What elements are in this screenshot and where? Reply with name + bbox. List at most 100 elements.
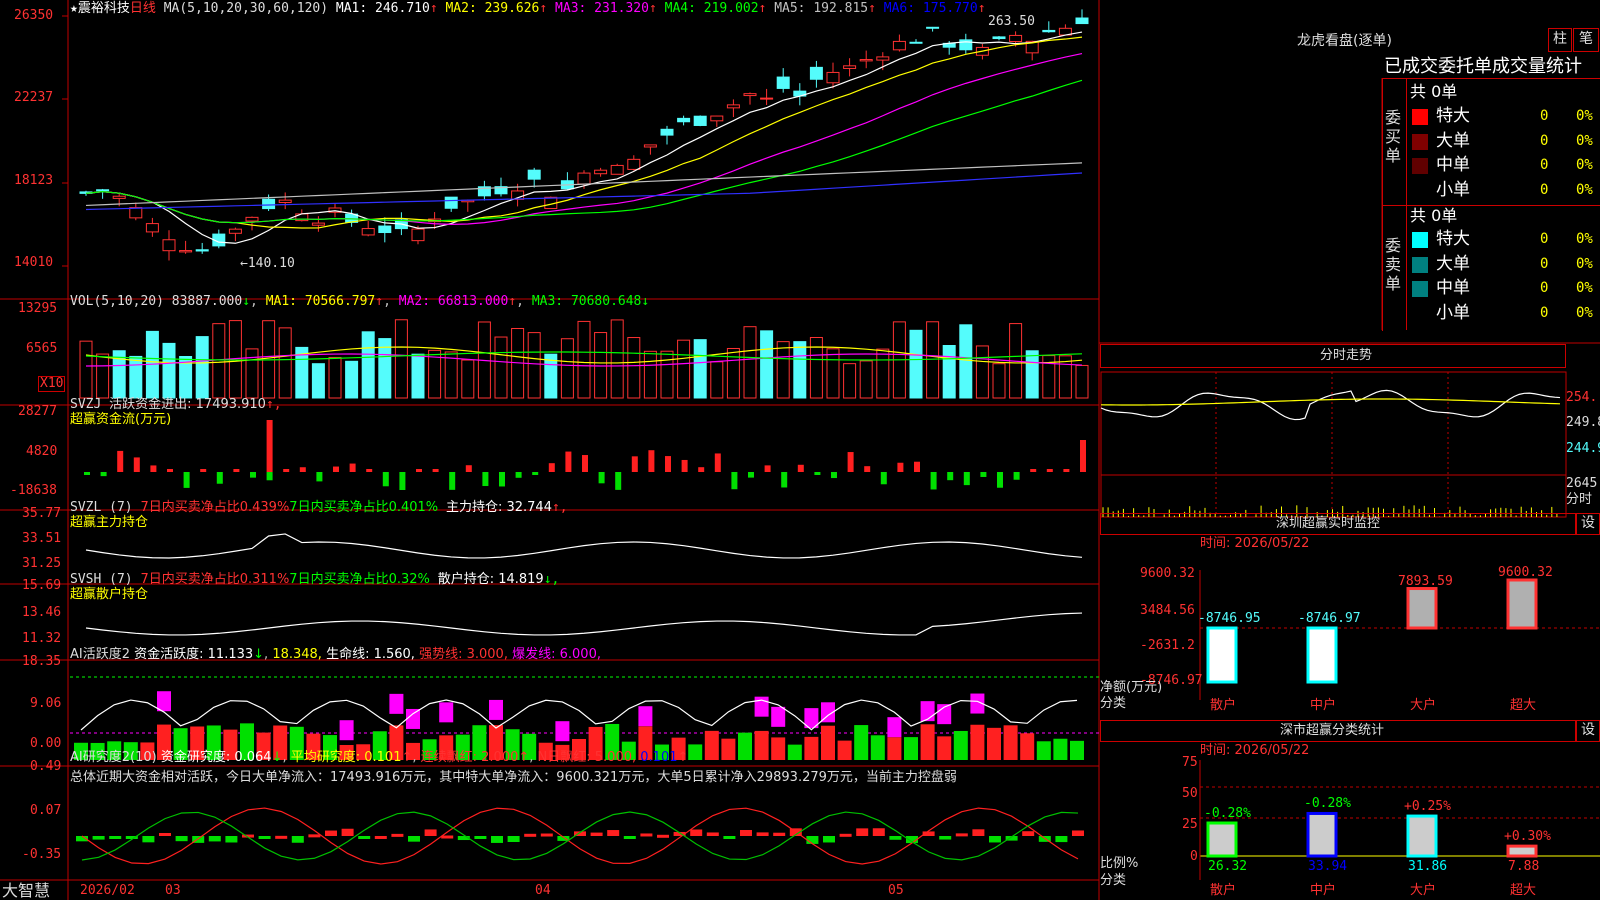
volume-bar xyxy=(278,327,292,399)
svzj-bar xyxy=(283,469,290,472)
ai-research-axis-3: -0.35 xyxy=(22,847,62,862)
candle xyxy=(262,198,276,210)
research-bar xyxy=(623,836,636,839)
volume-bar xyxy=(328,356,342,399)
svzj-bar xyxy=(133,457,140,472)
candle xyxy=(726,104,740,109)
svzj-bar xyxy=(797,464,804,472)
ma-legend-item: MA5: 192.815↑ xyxy=(766,1,876,16)
class-bar xyxy=(1406,814,1438,858)
svzj-bar xyxy=(515,472,522,478)
candle xyxy=(527,169,541,180)
class-value: 31.86 xyxy=(1408,859,1448,874)
research-bar xyxy=(491,836,503,843)
high-label: 263.50 xyxy=(988,14,1035,29)
class-bar xyxy=(1506,844,1538,858)
research-bar xyxy=(806,836,819,844)
research-bar xyxy=(524,833,537,837)
sell-row-name: 小单 xyxy=(1436,302,1470,323)
volume-bar xyxy=(760,330,774,399)
ai-research-legend: AI研究度2(10) 资金研究度: 0.064↓, 平均研究度: 0.101↑,… xyxy=(70,750,689,765)
active-bar-top xyxy=(439,702,454,723)
volume-bar xyxy=(992,363,1006,399)
class-category: 大户 xyxy=(1410,883,1437,898)
buy-total: 共 0单 xyxy=(1410,82,1458,101)
class-bar xyxy=(1206,821,1238,858)
volume-bar xyxy=(79,340,93,399)
svzj-bar xyxy=(615,472,622,490)
class-bar xyxy=(1306,811,1338,858)
svsh-axis-2: 13.46 xyxy=(22,605,62,620)
candle xyxy=(378,225,392,234)
buy-row-pct: 0% xyxy=(1576,181,1593,198)
monitor-category: 超大 xyxy=(1510,698,1537,713)
buy-swatch xyxy=(1412,109,1428,125)
research-bar xyxy=(142,836,155,843)
intraday-axis-3: 244.9 xyxy=(1566,441,1600,456)
candle xyxy=(96,189,110,192)
research-bar xyxy=(325,830,337,836)
svzj-axis-1: 28277 xyxy=(18,404,58,419)
research-bar xyxy=(872,828,885,836)
svzj-bar xyxy=(1080,440,1086,472)
candle xyxy=(643,144,657,148)
date-label-4: 05 xyxy=(888,883,904,898)
intraday-axis-2: 249.8 xyxy=(1566,415,1600,430)
sell-row-value: 0 xyxy=(1540,255,1549,272)
research-bar xyxy=(773,832,786,836)
buy-side-label: 委买单 xyxy=(1385,108,1402,165)
candle xyxy=(245,216,259,222)
buy-row-pct: 0% xyxy=(1576,108,1593,124)
svzj-bar xyxy=(748,472,754,478)
monitor-bar-value: -8746.95 xyxy=(1198,611,1261,626)
svzj-bar xyxy=(764,465,771,472)
monitor-category: 中户 xyxy=(1310,698,1337,713)
svzj-bar xyxy=(1030,469,1037,472)
volume-bar xyxy=(677,339,691,399)
sell-row-name: 中单 xyxy=(1436,278,1470,298)
svzj-bar xyxy=(366,469,373,472)
research-bar xyxy=(374,835,387,839)
volume-bar xyxy=(710,361,724,399)
volume-bar xyxy=(212,323,226,399)
sz-monitor-settings-button[interactable]: 设 xyxy=(1576,513,1600,535)
intraday-title[interactable]: 分时走势 xyxy=(1320,349,1372,363)
research-bar xyxy=(159,833,171,837)
svzj-bar xyxy=(333,466,339,472)
svzj-bar xyxy=(598,472,605,484)
volume-bar xyxy=(909,329,923,399)
monitor-bar xyxy=(1406,587,1438,630)
svsh-line xyxy=(85,612,1083,636)
chart-canvas[interactable] xyxy=(0,0,1600,900)
sz-monitor-time: 时间: 2026/05/22 xyxy=(1200,536,1310,551)
buy-row-value: 0 xyxy=(1540,132,1549,149)
ma-label: MA(5,10,20,30,60,120) xyxy=(163,1,329,16)
research-bar xyxy=(308,834,321,838)
sell-swatch xyxy=(1412,256,1428,273)
sz-class-settings-button[interactable]: 设 xyxy=(1576,720,1600,742)
research-bar xyxy=(1072,830,1084,836)
ma-legend-item: MA4: 219.002↑ xyxy=(656,1,767,16)
tick-mode-button[interactable]: 笔 xyxy=(1573,28,1599,52)
intraday-avg xyxy=(1100,398,1561,406)
svzj-bar xyxy=(831,472,837,479)
svzj-bar xyxy=(714,453,721,472)
svzj-bar xyxy=(864,466,871,472)
volume-bar xyxy=(776,341,790,399)
research-bar xyxy=(507,836,520,843)
research-bar xyxy=(175,836,188,842)
ma-legend-item: MA2: 239.626↑ xyxy=(437,1,548,16)
volume-bar xyxy=(975,345,989,399)
price-axis-1: 26350 xyxy=(14,8,54,23)
volume-bar xyxy=(96,353,110,399)
volume-bar xyxy=(461,359,475,399)
svzj-bar xyxy=(1063,469,1070,472)
ai-active-axis-3: 0.00 xyxy=(30,736,62,751)
research-bar xyxy=(590,832,603,836)
candle xyxy=(228,228,242,234)
svzj-bar xyxy=(897,462,904,472)
ma5-line xyxy=(85,162,1083,207)
volume-bar xyxy=(793,341,807,399)
bar-mode-button[interactable]: 柱 xyxy=(1548,28,1572,52)
volume-bar xyxy=(162,342,176,399)
